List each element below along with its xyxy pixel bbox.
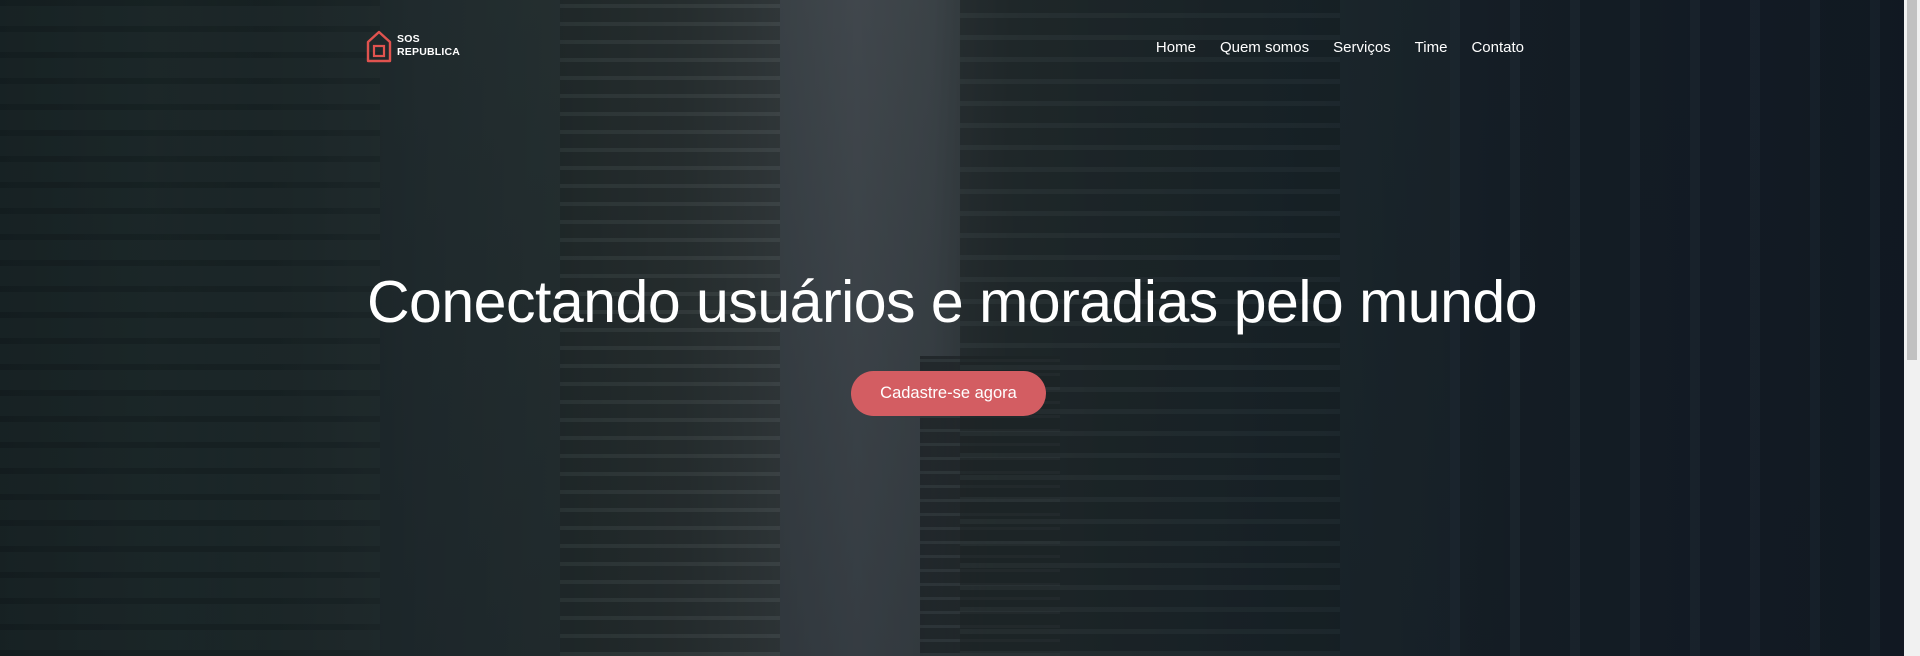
brand-name: SOS REPUBLICA: [397, 33, 467, 59]
menu-item-contato: Contato: [1471, 39, 1524, 57]
brand-logo-link[interactable]: SOS REPUBLICA: [365, 28, 467, 64]
menu-item-time: Time: [1415, 39, 1448, 57]
nav-link-home[interactable]: Home: [1156, 39, 1196, 56]
scrollbar-thumb[interactable]: [1907, 0, 1917, 360]
signup-button[interactable]: Cadastre-se agora: [851, 371, 1046, 416]
menu-item-home: Home: [1156, 39, 1196, 57]
main-menu: Home Quem somos Serviços Time Contato: [1156, 39, 1524, 57]
hero-section: SOS REPUBLICA Home Quem somos Serviços T…: [0, 0, 1904, 656]
menu-item-servicos: Serviços: [1333, 39, 1391, 57]
nav-link-contato[interactable]: Contato: [1471, 39, 1524, 56]
hero-headline: Conectando usuários e moradias pelo mund…: [366, 269, 1538, 335]
top-navbar: SOS REPUBLICA Home Quem somos Serviços T…: [365, 28, 1524, 68]
brand-name-line2: REPUBLICA: [397, 46, 461, 58]
page-scrollbar[interactable]: [1904, 0, 1920, 656]
nav-link-servicos[interactable]: Serviços: [1333, 39, 1391, 56]
nav-link-time[interactable]: Time: [1415, 39, 1448, 56]
house-icon: [366, 30, 392, 63]
brand-name-line1: SOS: [397, 33, 420, 45]
menu-item-quem-somos: Quem somos: [1220, 39, 1309, 57]
nav-link-quem-somos[interactable]: Quem somos: [1220, 39, 1309, 56]
